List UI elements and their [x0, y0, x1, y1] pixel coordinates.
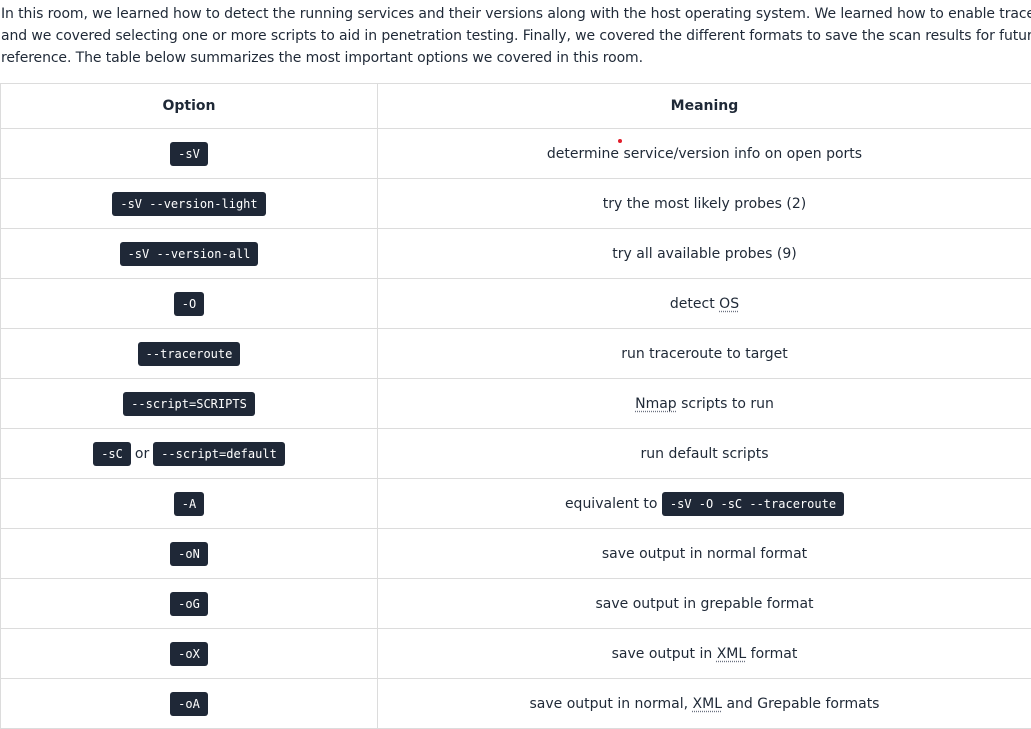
option-code: --script=SCRIPTS: [123, 392, 255, 416]
option-code: -oG: [170, 592, 208, 616]
meaning-cell: save output in normal format: [378, 529, 1031, 579]
meaning-cell: try all available probes (9): [378, 229, 1031, 279]
option-cell: -oG: [1, 579, 378, 629]
option-cell: --traceroute: [1, 329, 378, 379]
meaning-cell: save output in grepable format: [378, 579, 1031, 629]
meaning-cell: save output in XML format: [378, 629, 1031, 679]
option-code: -O: [174, 292, 204, 316]
intro-paragraph: In this room, we learned how to detect t…: [0, 0, 1031, 70]
intro-line: reference. The table below summarizes th…: [1, 47, 1031, 69]
option-code: -sV: [170, 142, 208, 166]
option-code: -sV --version-light: [112, 192, 265, 216]
meaning-cell: run traceroute to target: [378, 329, 1031, 379]
option-cell: -oA: [1, 679, 378, 729]
meaning-cell: detect OS: [378, 279, 1031, 329]
table-row: -oX save output in XML format: [1, 629, 1031, 679]
option-code: -sC: [93, 442, 131, 466]
table-header-row: Option Meaning: [1, 84, 1031, 129]
table-row: -A equivalent to -sV -O -sC --traceroute: [1, 479, 1031, 529]
abbreviation[interactable]: Nmap: [635, 396, 677, 412]
meaning-text: save output in normal,: [530, 696, 693, 712]
meaning-text: detect: [670, 296, 719, 312]
meaning-cell: determine service/version info on open p…: [378, 129, 1031, 179]
abbreviation[interactable]: XML: [693, 696, 722, 712]
intro-line: In this room, we learned how to detect t…: [1, 3, 1031, 25]
table-row: -O detect OS: [1, 279, 1031, 329]
table-row: --traceroute run traceroute to target: [1, 329, 1031, 379]
option-cell: --script=SCRIPTS: [1, 379, 378, 429]
option-cell: -sCor--script=default: [1, 429, 378, 479]
meaning-cell: try the most likely probes (2): [378, 179, 1031, 229]
header-option: Option: [1, 84, 378, 129]
header-meaning: Meaning: [378, 84, 1031, 129]
meaning-text: equivalent to: [565, 496, 662, 512]
option-code: -oA: [170, 692, 208, 716]
abbreviation[interactable]: XML: [717, 646, 746, 662]
meaning-code: -sV -O -sC --traceroute: [662, 492, 844, 516]
option-cell: -O: [1, 279, 378, 329]
meaning-cell: equivalent to -sV -O -sC --traceroute: [378, 479, 1031, 529]
option-cell: -sV --version-all: [1, 229, 378, 279]
meaning-cell: save output in normal, XML and Grepable …: [378, 679, 1031, 729]
table-row: -sCor--script=default run default script…: [1, 429, 1031, 479]
abbreviation[interactable]: OS: [719, 296, 739, 312]
table-row: -oA save output in normal, XML and Grepa…: [1, 679, 1031, 729]
option-cell: -oX: [1, 629, 378, 679]
meaning-cell: run default scripts: [378, 429, 1031, 479]
option-code: -A: [174, 492, 204, 516]
options-table: Option Meaning -sV determine service/ver…: [0, 83, 1031, 729]
meaning-text: scripts to run: [677, 396, 774, 412]
option-code: -oN: [170, 542, 208, 566]
table-row: -sV --version-light try the most likely …: [1, 179, 1031, 229]
table-row: --script=SCRIPTS Nmap scripts to run: [1, 379, 1031, 429]
intro-line: and we covered selecting one or more scr…: [1, 25, 1031, 47]
option-cell: -A: [1, 479, 378, 529]
option-code: --script=default: [153, 442, 285, 466]
table-row: -oN save output in normal format: [1, 529, 1031, 579]
meaning-text: save output in: [612, 646, 717, 662]
option-cell: -oN: [1, 529, 378, 579]
option-code: -sV --version-all: [120, 242, 259, 266]
option-cell: -sV: [1, 129, 378, 179]
option-code: -oX: [170, 642, 208, 666]
option-code: --traceroute: [138, 342, 241, 366]
table-row: -oG save output in grepable format: [1, 579, 1031, 629]
meaning-text: format: [746, 646, 797, 662]
table-row: -sV --version-all try all available prob…: [1, 229, 1031, 279]
table-row: -sV determine service/version info on op…: [1, 129, 1031, 179]
meaning-cell: Nmap scripts to run: [378, 379, 1031, 429]
option-cell: -sV --version-light: [1, 179, 378, 229]
meaning-text: and Grepable formats: [722, 696, 879, 712]
option-separator: or: [135, 446, 149, 462]
